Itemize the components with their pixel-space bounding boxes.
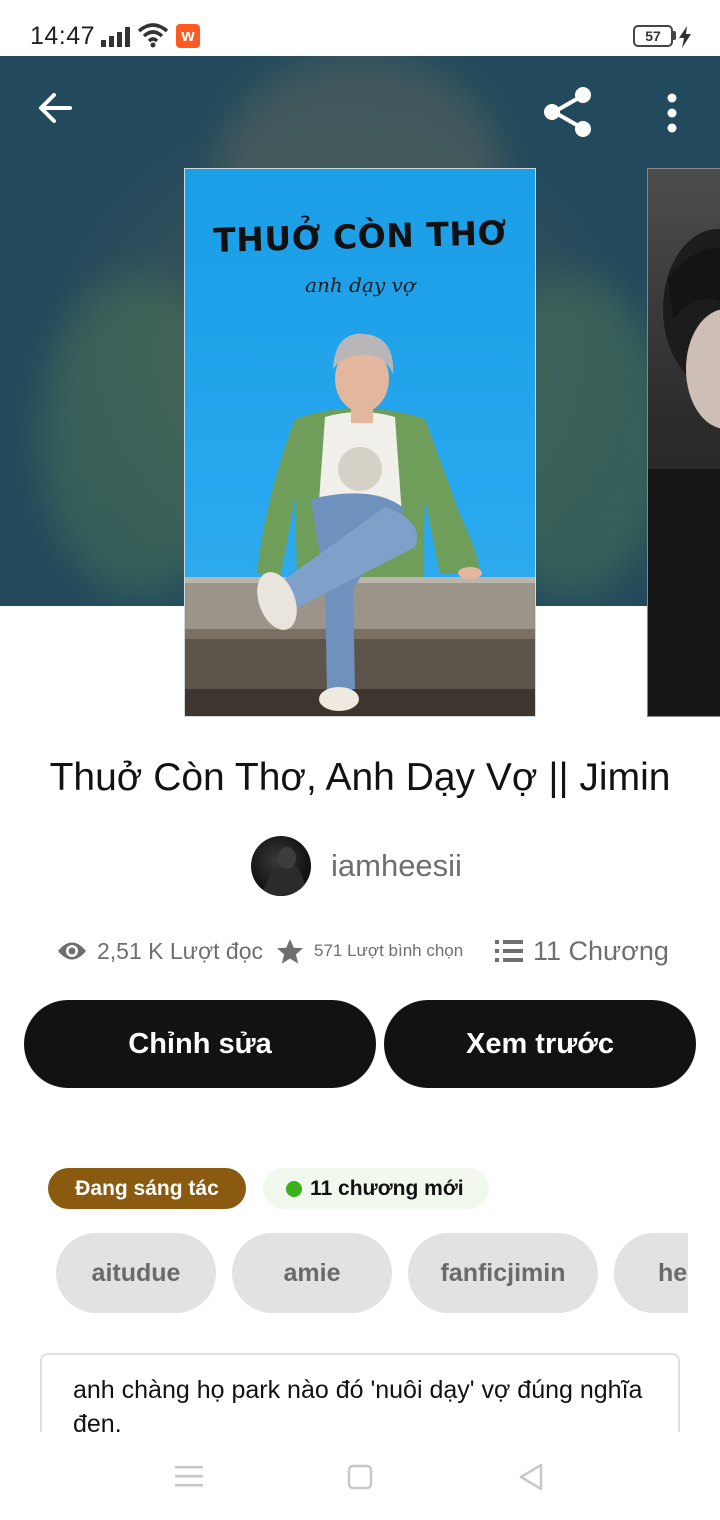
nav-back-icon[interactable] — [517, 1462, 545, 1492]
story-cover[interactable]: THUỞ CÒN THƠ anh dạy vợ — [184, 168, 536, 717]
back-arrow-icon[interactable] — [30, 82, 82, 134]
avatar[interactable] — [251, 836, 311, 896]
system-nav-bar — [0, 1432, 720, 1520]
story-stats: 2,51 K Lượt đọc 571 Lượt bình chọn 11 Ch… — [0, 926, 720, 976]
menu-icon[interactable] — [175, 1464, 203, 1488]
share-icon[interactable] — [540, 84, 596, 140]
status-badge: Đang sáng tác — [48, 1168, 246, 1209]
list-icon — [495, 940, 523, 962]
next-cover-image — [648, 229, 720, 716]
parts-count: 11 Chương — [533, 935, 669, 966]
more-vertical-icon[interactable] — [650, 88, 694, 138]
status-time: 14:47 — [30, 22, 96, 50]
preview-button[interactable]: Xem trước — [384, 1000, 696, 1088]
tag-aitudue[interactable]: aitudue — [56, 1233, 216, 1313]
reads-count: 2,51 K Lượt đọc — [97, 937, 264, 964]
home-icon[interactable] — [347, 1464, 373, 1490]
cover-illustration — [185, 333, 535, 716]
edit-button[interactable]: Chỉnh sửa — [24, 1000, 376, 1088]
star-icon — [277, 938, 303, 964]
tag-he[interactable]: he — [614, 1233, 688, 1313]
next-story-cover[interactable] — [647, 168, 720, 717]
signal-icon — [101, 27, 130, 47]
parts-stat: 11 Chương — [495, 926, 669, 976]
votes-count: 571 Lượt bình chọn — [314, 941, 464, 960]
tags-row[interactable]: aitudue amie fanficjimin he — [56, 1233, 688, 1313]
tag-fanficjimin[interactable]: fanficjimin — [408, 1233, 598, 1313]
charging-icon — [679, 26, 691, 48]
votes-stat: 571 Lượt bình chọn — [276, 926, 463, 976]
wifi-icon — [137, 23, 169, 48]
avatar-image — [261, 847, 307, 896]
tag-amie[interactable]: amie — [232, 1233, 392, 1313]
battery-icon: 57 — [633, 25, 673, 47]
new-indicator-dot — [286, 1181, 302, 1197]
eye-icon — [58, 942, 86, 960]
story-title: Thuở Còn Thơ, Anh Dạy Vợ || Jimin — [49, 756, 671, 799]
new-parts-badge: 11 chương mới — [263, 1168, 489, 1209]
battery-cap — [673, 31, 676, 40]
status-bar: 14:47 w 57 — [0, 0, 720, 56]
reads-stat: 2,51 K Lượt đọc — [57, 926, 263, 976]
story-description: anh chàng họ park nào đó 'nuôi dạy' vợ đ… — [73, 1376, 643, 1438]
author-name[interactable]: iamheesii — [331, 848, 462, 884]
wattpad-notification-icon: w — [176, 24, 200, 48]
new-parts-label: 11 chương mới — [310, 1177, 464, 1200]
